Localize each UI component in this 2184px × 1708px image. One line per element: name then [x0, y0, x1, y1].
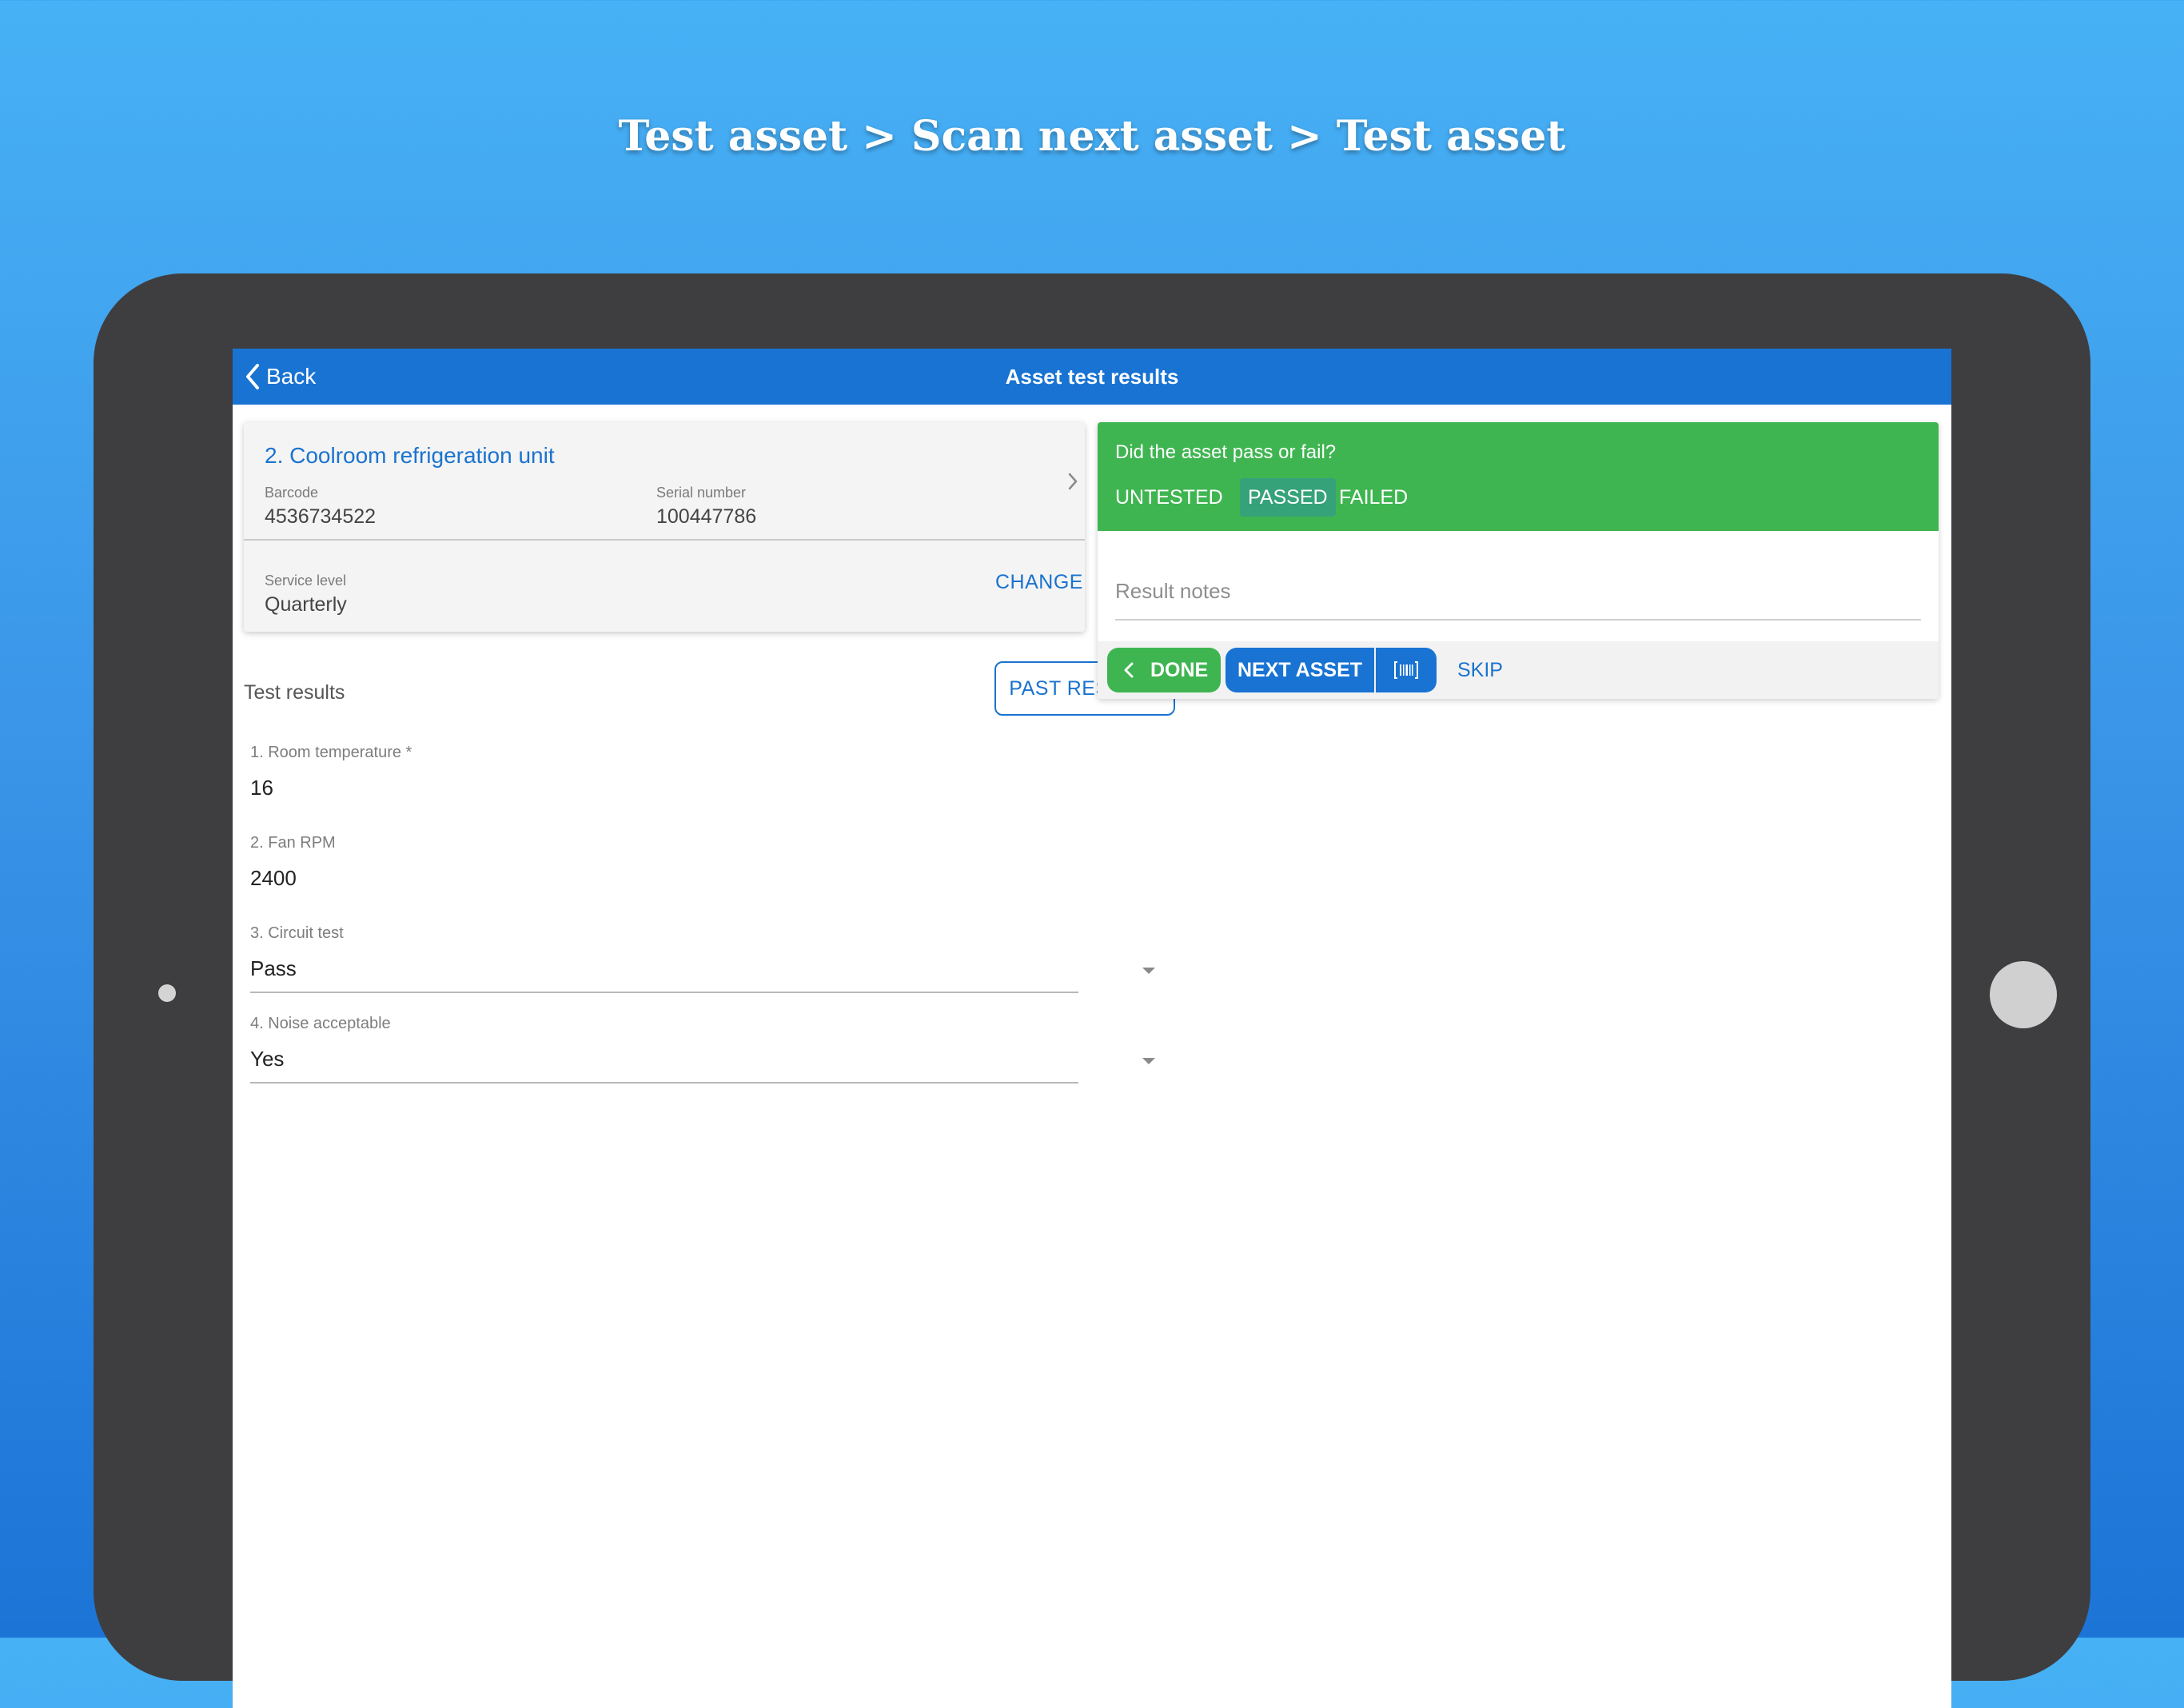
done-label: DONE	[1150, 659, 1209, 681]
back-button[interactable]: Back	[244, 358, 316, 395]
marketing-headline: Test asset > Scan next asset > Test asse…	[618, 112, 1566, 161]
chevron-left-icon	[246, 364, 259, 389]
room-temperature-input[interactable]: 16	[250, 776, 273, 800]
barcode-label: Barcode	[265, 485, 319, 501]
pass-fail-question: Did the asset pass or fail?	[1115, 441, 1337, 463]
noise-acceptable-select[interactable]: Yes	[250, 1047, 284, 1071]
tablet-frame: Back Asset test results 2. Coolroom refr…	[94, 273, 2090, 1708]
pass-fail-header: Did the asset pass or fail? UNTESTED PAS…	[1098, 422, 1939, 531]
result-notes-underline	[1115, 619, 1921, 621]
circuit-test-select[interactable]: Pass	[250, 956, 297, 981]
serial-value: 100447786	[656, 505, 757, 528]
action-bar: DONE NEXT ASSET SKIP	[1098, 641, 1939, 699]
dropdown-caret-icon[interactable]	[1142, 968, 1155, 974]
serial-label: Serial number	[656, 485, 747, 501]
page-title: Asset test results	[1005, 365, 1179, 389]
card-divider	[244, 539, 1085, 541]
option-failed[interactable]: FAILED	[1331, 478, 1416, 517]
fan-rpm-label: 2. Fan RPM	[250, 834, 336, 852]
done-button[interactable]: DONE	[1107, 648, 1221, 692]
option-passed[interactable]: PASSED	[1240, 478, 1336, 517]
barcode-icon	[1394, 661, 1418, 679]
option-untested[interactable]: UNTESTED	[1107, 478, 1231, 517]
change-service-level-button[interactable]: CHANGE	[995, 571, 1083, 594]
dropdown-caret-icon[interactable]	[1142, 1058, 1155, 1064]
asset-name-link[interactable]: 2. Coolroom refrigeration unit	[265, 443, 555, 469]
chevron-left-icon	[1124, 662, 1134, 678]
noise-acceptable-label: 4. Noise acceptable	[250, 1015, 391, 1032]
asset-card: 2. Coolroom refrigeration unit Barcode 4…	[244, 422, 1085, 632]
service-level-value: Quarterly	[265, 593, 347, 616]
circuit-test-underline	[250, 992, 1078, 993]
skip-button[interactable]: SKIP	[1457, 648, 1503, 692]
camera-dot	[158, 984, 176, 1002]
scan-barcode-button[interactable]	[1376, 648, 1437, 692]
result-panel: Did the asset pass or fail? UNTESTED PAS…	[1098, 422, 1939, 699]
service-level-label: Service level	[265, 573, 347, 589]
noise-acceptable-underline	[250, 1082, 1078, 1083]
back-label: Back	[266, 364, 317, 389]
fan-rpm-input[interactable]: 2400	[250, 866, 297, 891]
nav-bar: Back Asset test results	[233, 349, 1951, 405]
next-asset-button[interactable]: NEXT ASSET	[1226, 648, 1374, 692]
app-screen: Back Asset test results 2. Coolroom refr…	[233, 349, 1951, 1708]
test-results-heading: Test results	[244, 681, 345, 704]
chevron-right-icon[interactable]	[1067, 472, 1078, 491]
circuit-test-label: 3. Circuit test	[250, 924, 344, 942]
barcode-value: 4536734522	[265, 505, 377, 528]
home-button[interactable]	[1990, 961, 2057, 1028]
result-notes-input[interactable]: Result notes	[1115, 579, 1231, 604]
room-temperature-label: 1. Room temperature *	[250, 744, 412, 761]
